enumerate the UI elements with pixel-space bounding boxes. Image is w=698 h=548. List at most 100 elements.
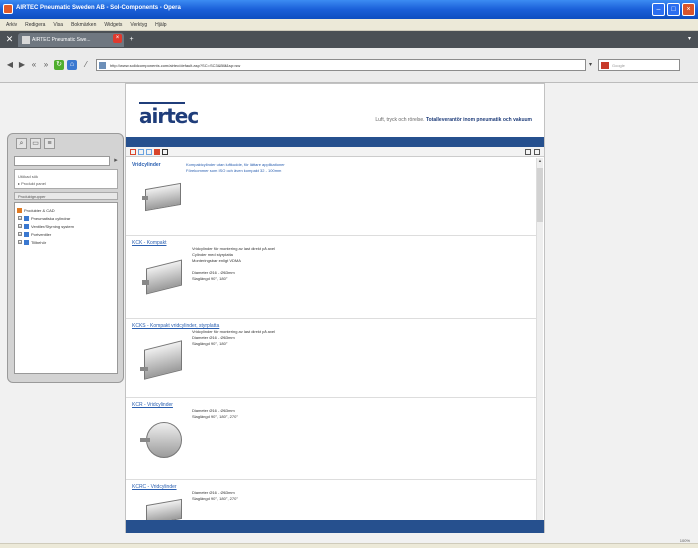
tree-header: Produktgrupper [14,192,118,200]
site-info-icon[interactable] [99,62,106,69]
tree-label: Tillbehör [31,239,47,245]
expand-icon[interactable]: + [18,216,22,220]
products-root-icon [17,207,22,213]
product-image[interactable] [142,180,187,214]
page-toolbar [126,147,544,157]
folder-icon [24,215,29,221]
tab-menu-icon[interactable]: ▾ [685,35,694,44]
wand-icon[interactable]: ⁄ [81,60,91,70]
rewind-icon[interactable]: « [29,60,39,70]
tree-row-root[interactable]: Produkter & CAD [17,206,115,214]
product-list: Vridcylinder Kompaktcylinder utan luftku… [126,158,536,520]
folder-icon [24,231,29,237]
menu-item-edit[interactable]: Redigera [25,22,45,28]
folder-icon [24,239,29,245]
product-image[interactable] [142,258,187,298]
search-engine-icon[interactable] [601,62,609,69]
minimize-button[interactable]: – [652,3,665,16]
tools-icon[interactable]: ✕ [4,34,15,45]
close-window-button[interactable]: × [682,3,695,16]
tree-row-valves[interactable]: + Ventiler/Styrning system [17,222,115,230]
new-tab-icon[interactable]: + [127,36,136,44]
scroll-thumb[interactable] [537,168,543,222]
list-item[interactable]: KCR - Vridcylinder Diameter Ø16 - Ø63mm … [126,398,536,480]
panel-options-list: Utökad sök ▸ Produkt panel [14,169,118,189]
address-field[interactable]: http://www.solidcomponents.com/airtec/de… [96,59,586,71]
fast-forward-icon[interactable]: » [41,60,51,70]
status-bar [0,543,698,548]
airtec-logo[interactable]: airtec [139,104,199,128]
search-tab-icon[interactable]: ⌕ [16,138,27,149]
menu-item-widgets[interactable]: Widgets [104,22,122,28]
menu-bar: Arkiv Redigera Visa Bokmärken Widgets Ve… [0,19,698,31]
product-desc: Diameter Ø16 - Ø63mm Slaglängd 90°, 180°… [192,490,238,501]
tagline-bold: Totalleverantör inom pneumatik och vakuu… [425,117,532,123]
panel-search-input[interactable] [14,156,110,166]
cart-icon[interactable] [154,149,160,155]
list-view-icon[interactable] [534,149,540,155]
list-item[interactable]: KCK - Kompakt Vridcylinder för montering… [126,236,536,319]
product-scrollbar[interactable]: ▲ [536,158,543,520]
home-page-icon[interactable] [130,149,136,155]
zoom-level[interactable]: 100% [680,538,690,543]
menu-item-file[interactable]: Arkiv [6,22,17,28]
product-title[interactable]: Vridcylinder [132,162,161,168]
tagline-plain: Luft, tryck och rörelse. [375,117,426,123]
folder-tab-icon[interactable]: ▭ [30,138,41,149]
tab-label: AIRTEC Pneumatic Swe... [32,37,91,43]
product-tree: Produkter & CAD + Pneumatiska cylindrar … [14,202,118,374]
toolbar-right [525,149,540,155]
url-text: http://www.solidcomponents.com/airtec/de… [110,63,241,68]
grid-view-icon[interactable] [525,149,531,155]
airtec-page: airtec Luft, tryck och rörelse. Totallev… [125,83,545,533]
tree-row-portvalves[interactable]: + Portventiler [17,230,115,238]
page-favicon-icon [22,36,30,44]
expand-icon[interactable]: + [18,240,22,244]
panel-tabs: ⌕ ▭ ≡ [16,138,55,149]
tree-label: Ventiler/Styrning system [31,223,74,229]
menu-item-bookmarks[interactable]: Bokmärken [71,22,96,28]
close-tab-icon[interactable]: × [113,34,122,43]
product-image[interactable] [136,337,191,385]
expand-icon[interactable]: + [18,232,22,236]
forward-icon[interactable]: ▶ [17,60,27,70]
product-image[interactable] [142,498,187,520]
menu-item-tools[interactable]: Verktyg [130,22,147,28]
search-field[interactable]: Google [598,59,680,71]
window-title: AIRTEC Pneumatic Sweden AB - Sol-Compone… [16,5,181,11]
toolbar-left [130,149,168,155]
home-icon[interactable]: ⌂ [67,60,77,70]
list-item[interactable]: KCRC - Vridcylinder Diameter Ø16 - Ø63mm… [126,480,536,520]
list-item[interactable]: ▸ Produkt panel [18,180,114,187]
product-desc: Vridcylinder för montering av last direk… [192,246,275,281]
tree-row-accessories[interactable]: + Tillbehör [17,238,115,246]
product-title[interactable]: KCK - Kompakt [132,240,166,246]
list-tab-icon[interactable]: ≡ [44,138,55,149]
tree-row-cylinders[interactable]: + Pneumatiska cylindrar [17,214,115,222]
expand-icon[interactable]: + [18,224,22,228]
list-item[interactable]: Vridcylinder Kompaktcylinder utan luftku… [126,158,536,236]
opera-app-icon[interactable] [3,4,13,14]
list-item[interactable]: KCKS - Kompakt vridcylinder, styrplatta … [126,319,536,398]
product-title[interactable]: KCRC - Vridcylinder [132,484,177,490]
product-image[interactable] [138,418,188,463]
product-desc: Diameter Ø16 - Ø63mm Slaglängd 90°, 180°… [192,408,238,419]
print-icon[interactable] [162,149,168,155]
window-controls: – □ × [652,3,695,16]
forward-page-icon[interactable] [146,149,152,155]
address-dropdown-icon[interactable]: ▾ [589,61,597,69]
list-item[interactable]: Utökad sök [18,173,114,180]
search-placeholder: Google [612,63,625,68]
menu-item-help[interactable]: Hjälp [155,22,166,28]
menu-item-view[interactable]: Visa [53,22,63,28]
back-icon[interactable]: ◀ [5,60,15,70]
product-desc: Kompaktcylinder utan luftkudde, för lätt… [186,162,285,173]
back-page-icon[interactable] [138,149,144,155]
product-title[interactable]: KCR - Vridcylinder [132,402,173,408]
tab-airtec[interactable]: AIRTEC Pneumatic Swe... × [18,33,124,47]
reload-icon[interactable]: ↻ [54,60,64,70]
panel-search-icon[interactable]: ▸ [112,157,120,165]
maximize-button[interactable]: □ [667,3,680,16]
scroll-up-icon[interactable]: ▲ [537,158,543,164]
title-bar: AIRTEC Pneumatic Sweden AB - Sol-Compone… [0,0,698,19]
